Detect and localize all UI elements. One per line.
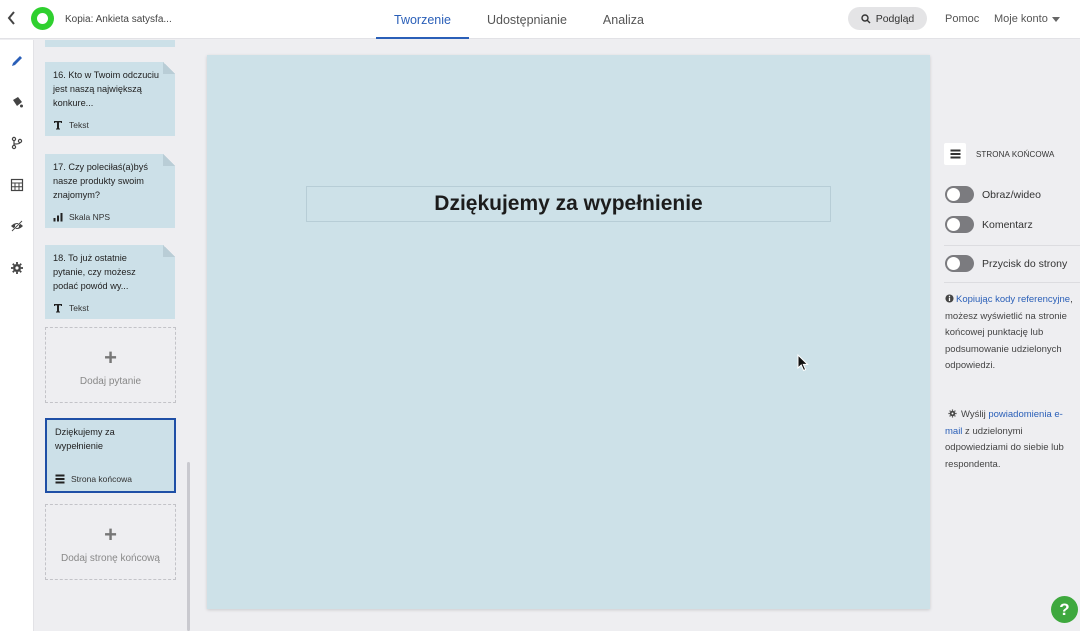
- end-page-canvas[interactable]: Dziękujemy za wypełnienie: [207, 55, 930, 609]
- caret-down-icon: [1051, 16, 1060, 22]
- help-link[interactable]: Pomoc: [945, 13, 979, 25]
- question-list-scrollbar[interactable]: [187, 462, 190, 631]
- toggle-comment[interactable]: Komentarz: [945, 216, 1033, 233]
- toggle-page-button[interactable]: Przycisk do strony: [945, 255, 1067, 272]
- reference-codes-link[interactable]: Kopiując kody referencyjne: [956, 294, 1070, 305]
- tool-rail: [0, 40, 34, 631]
- plus-icon: +: [104, 522, 117, 547]
- main-tabs: Tworzenie Udostępnianie Analiza: [376, 0, 662, 39]
- card-fold: [163, 245, 175, 257]
- end-page-icon: [944, 143, 966, 165]
- search-icon: [861, 13, 871, 23]
- tab-share[interactable]: Udostępnianie: [469, 0, 585, 39]
- question-type: Tekst: [53, 303, 89, 313]
- account-label: Moje konto: [994, 13, 1048, 25]
- paint-bucket-icon[interactable]: [0, 85, 34, 119]
- end-page-card[interactable]: Dziękujemy za wypełnienie Strona końcowa: [45, 418, 176, 493]
- branch-icon[interactable]: [0, 126, 34, 160]
- question-card-15[interactable]: [45, 40, 175, 47]
- question-text: 17. Czy poleciłaś(a)byś nasze produkty s…: [53, 162, 148, 200]
- tab-analysis[interactable]: Analiza: [585, 0, 662, 39]
- question-card-16[interactable]: 16. Kto w Twoim odczuciu jest naszą najw…: [45, 62, 175, 136]
- end-page-heading[interactable]: Dziękujemy za wypełnienie: [434, 192, 702, 216]
- question-type: Skala NPS: [53, 212, 110, 222]
- account-menu[interactable]: Moje konto: [994, 13, 1060, 25]
- text-type-icon: [54, 121, 62, 130]
- eye-slash-icon[interactable]: [0, 209, 34, 243]
- toggle-switch[interactable]: [945, 186, 974, 203]
- toggle-image-video[interactable]: Obraz/wideo: [945, 186, 1041, 203]
- divider: [944, 282, 1080, 283]
- preview-button[interactable]: Podgląd: [848, 7, 927, 30]
- survey-title[interactable]: Kopia: Ankieta satysfa...: [65, 14, 172, 25]
- reference-codes-info: Kopiując kody referencyjne, możesz wyświ…: [945, 294, 1073, 371]
- card-fold: [163, 62, 175, 74]
- app-logo[interactable]: [31, 7, 54, 30]
- toggle-switch[interactable]: [945, 216, 974, 233]
- card-fold: [163, 154, 175, 166]
- question-card-18[interactable]: 18. To już ostatnie pytanie, czy możesz …: [45, 245, 175, 319]
- nps-scale-icon: [53, 213, 63, 222]
- text-type-icon: [54, 304, 62, 313]
- calculator-icon[interactable]: [0, 168, 34, 202]
- end-page-text: Dziękujemy za wypełnienie: [55, 427, 115, 451]
- back-arrow-icon[interactable]: [6, 9, 20, 29]
- end-page-type: Strona końcowa: [55, 474, 132, 484]
- tab-create[interactable]: Tworzenie: [376, 0, 469, 39]
- divider: [944, 245, 1080, 246]
- add-question-button[interactable]: + Dodaj pytanie: [45, 327, 176, 403]
- question-type: Tekst: [53, 120, 89, 130]
- add-end-page-button[interactable]: + Dodaj stronę końcową: [45, 504, 176, 580]
- properties-panel: STRONA KOŃCOWA Obraz/wideo Komentarz Prz…: [934, 40, 1080, 631]
- question-text: 18. To już ostatnie pytanie, czy możesz …: [53, 253, 136, 291]
- toggle-switch[interactable]: [945, 255, 974, 272]
- question-card-17[interactable]: 17. Czy poleciłaś(a)byś nasze produkty s…: [45, 154, 175, 228]
- pencil-icon[interactable]: [0, 44, 34, 78]
- end-page-icon: [55, 474, 65, 484]
- gear-icon[interactable]: [0, 251, 34, 285]
- section-title: STRONA KOŃCOWA: [976, 149, 1055, 159]
- top-bar: Kopia: Ankieta satysfa... Tworzenie Udos…: [0, 0, 1080, 39]
- mouse-cursor-icon: [797, 354, 809, 372]
- question-list: 16. Kto w Twoim odczuciu jest naszą najw…: [35, 40, 194, 631]
- info-icon: [945, 294, 954, 303]
- plus-icon: +: [104, 345, 117, 370]
- end-page-section-header: STRONA KOŃCOWA: [944, 143, 1054, 165]
- preview-label: Podgląd: [875, 12, 915, 25]
- email-notifications-info: Wyślij powiadomienia e-mail z udzielonym…: [945, 409, 1064, 470]
- gear-icon: [948, 409, 957, 418]
- end-page-heading-box[interactable]: Dziękujemy za wypełnienie: [306, 186, 831, 222]
- help-bubble-icon[interactable]: ?: [1051, 596, 1078, 623]
- question-text: 16. Kto w Twoim odczuciu jest naszą najw…: [53, 70, 160, 108]
